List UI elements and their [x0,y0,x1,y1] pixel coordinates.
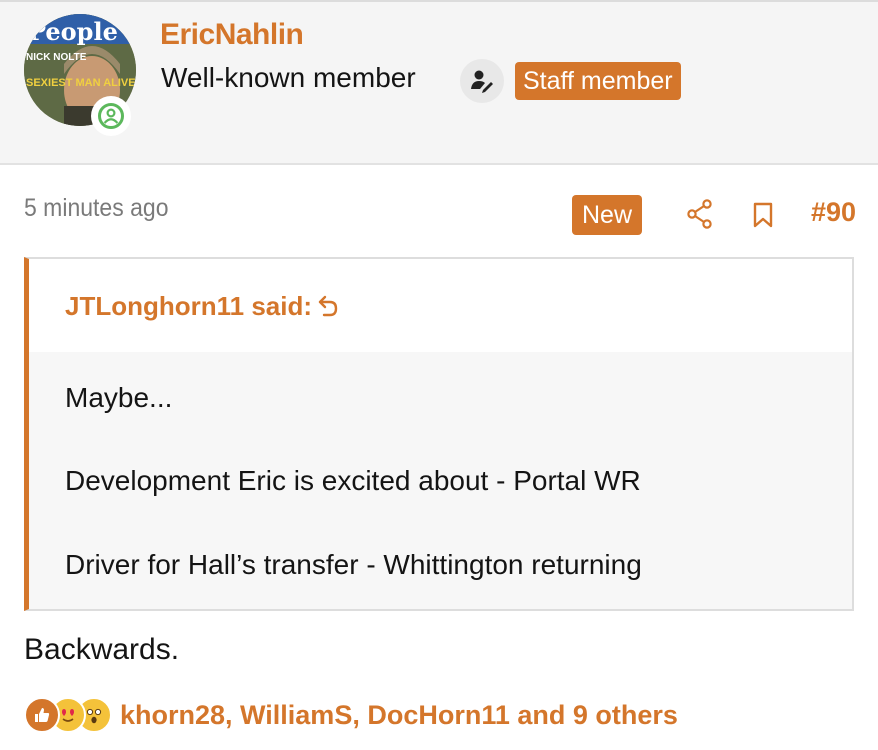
quote-header: JTLonghorn11 said: [29,259,852,352]
quote-body: Maybe... Development Eric is excited abo… [29,352,852,609]
reaction-icons[interactable] [24,697,114,737]
jump-to-quote-icon[interactable] [316,293,340,324]
new-badge: New [572,195,643,235]
quote-line: Driver for Hall’s transfer - Whittington… [65,549,642,580]
like-icon [24,697,60,733]
post-time[interactable]: 5 minutes ago [24,194,168,223]
user-pen-icon [460,59,504,103]
header-top-border [0,0,878,2]
staff-badge: Staff member [515,62,681,100]
avatar-logo-text: People [28,17,118,46]
bookmark-icon[interactable] [751,201,775,234]
user-title: Well-known member [161,62,416,93]
avatar-caption-1: NICK NOLTE [26,52,87,63]
quote-line: Development Eric is excited about - Port… [65,465,641,496]
member-header: People NICK NOLTE SEXIEST MAN ALIVE Eric… [0,0,878,165]
share-icon[interactable] [685,198,715,235]
quote-line: Maybe... [65,382,173,413]
username-link[interactable]: EricNahlin [160,18,304,52]
post-number-link[interactable]: #90 [811,197,856,228]
online-status-icon [91,96,131,136]
post-body-text: Backwards. [24,633,180,666]
avatar-caption-2: SEXIEST MAN ALIVE [26,77,136,89]
quote-block: JTLonghorn11 said: Maybe... Development … [24,257,854,611]
reaction-users-link[interactable]: khorn28, WilliamS, DocHorn11 and 9 other… [120,700,678,731]
quote-author-link[interactable]: JTLonghorn11 said: [65,291,312,322]
